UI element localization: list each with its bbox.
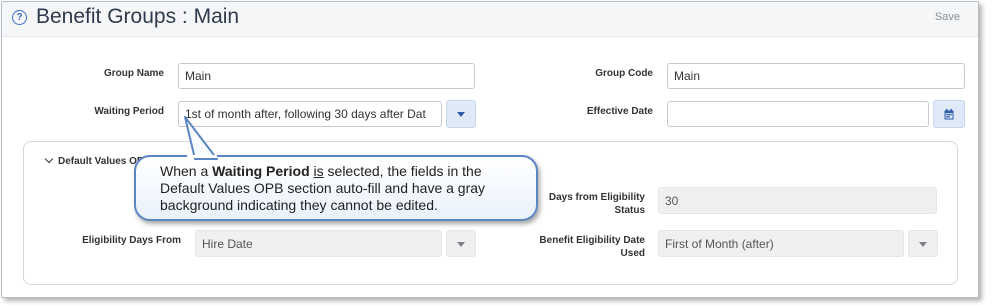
group-code-label: Group Code (595, 68, 653, 79)
callout-bold-term: Waiting Period (212, 163, 310, 179)
eligibility-days-from-label: Eligibility Days From (82, 235, 181, 246)
effective-date-input[interactable] (667, 101, 929, 127)
callout-annotation: When a Waiting Period is selected, the f… (134, 155, 538, 221)
chevron-down-icon (457, 241, 465, 247)
group-code-input[interactable]: Main (667, 63, 965, 89)
days-from-eligibility-label: Days from Eligibility Status (548, 192, 645, 216)
group-name-input[interactable]: Main (178, 63, 475, 89)
eligibility-days-from-dropdown (446, 230, 476, 257)
chevron-down-icon (919, 241, 927, 247)
save-button[interactable]: Save (935, 11, 960, 23)
page-title: Benefit Groups : Main (36, 5, 240, 28)
page-frame: ? Benefit Groups : Main Save Group Name … (1, 1, 979, 298)
eligibility-days-from-select: Hire Date (195, 230, 442, 257)
calendar-button[interactable] (933, 100, 965, 128)
benefit-eligibility-date-dropdown (908, 230, 938, 257)
callout-joint (187, 155, 217, 158)
group-name-label: Group Name (103, 68, 164, 79)
waiting-period-dropdown-button[interactable] (446, 100, 476, 128)
help-circle-icon[interactable]: ? (12, 10, 27, 25)
benefit-eligibility-date-select: First of Month (after) (658, 230, 904, 257)
waiting-period-label: Waiting Period (94, 106, 164, 117)
callout-text: When a (160, 163, 213, 179)
days-from-eligibility-input: 30 (658, 187, 937, 214)
chevron-down-icon (457, 112, 465, 117)
chevron-down-icon (44, 154, 54, 164)
page-header: ? Benefit Groups : Main Save (2, 2, 978, 37)
effective-date-label: Effective Date (586, 106, 653, 117)
calendar-icon (944, 109, 954, 120)
benefit-eligibility-date-label: Benefit Eligibility Date Used (539, 235, 645, 259)
callout-underlined-term: is (313, 163, 324, 179)
